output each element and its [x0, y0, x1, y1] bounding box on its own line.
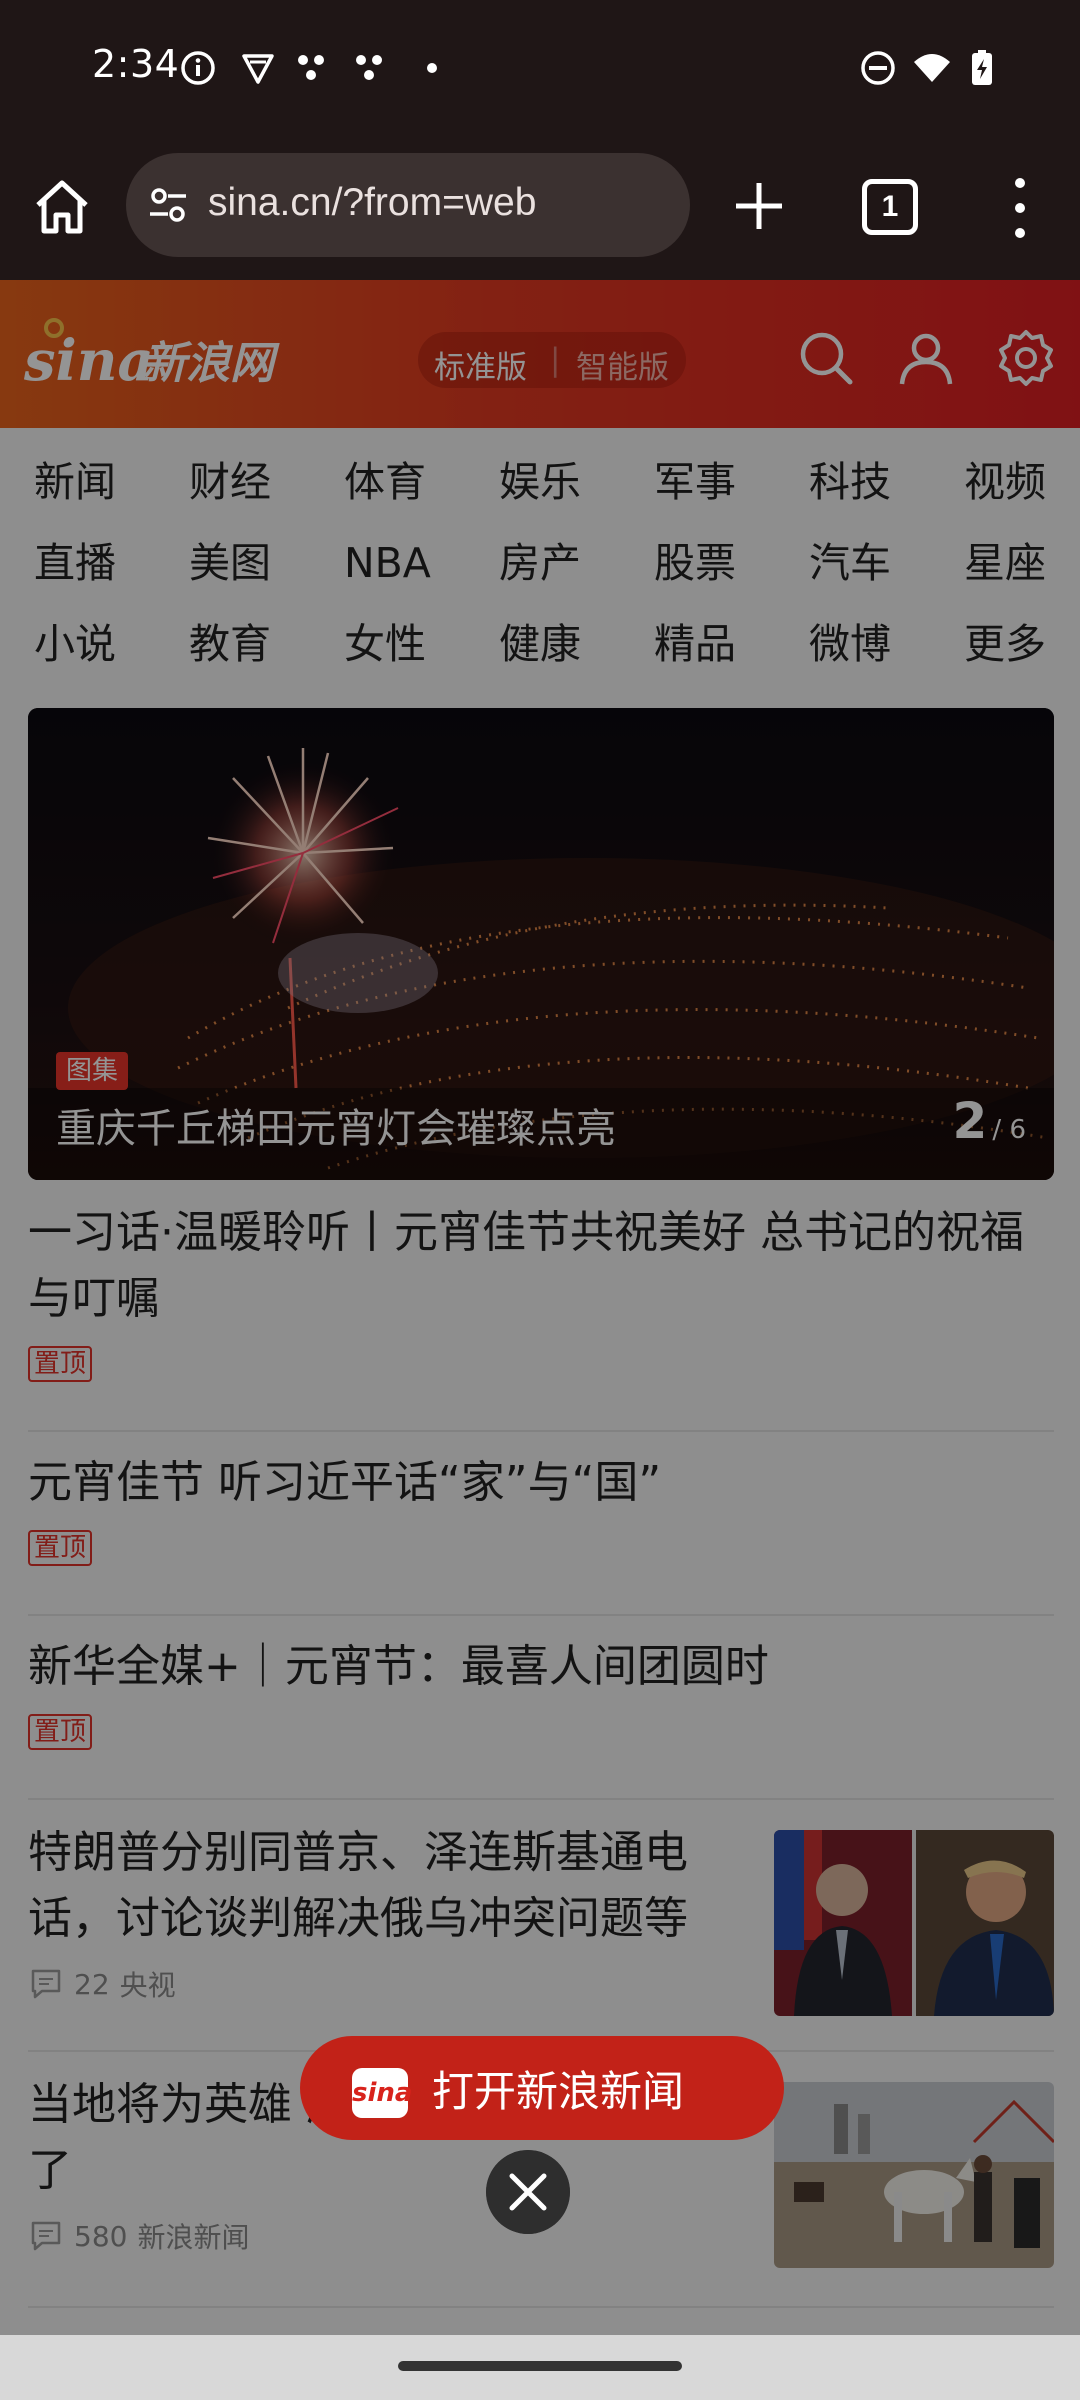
do-not-disturb-icon: [861, 51, 895, 85]
modal-overlay[interactable]: [0, 280, 1080, 2335]
dots-icon: [356, 55, 382, 80]
status-time: 2:34: [92, 42, 180, 86]
url-text: sina.cn/?from=web: [208, 181, 537, 224]
battery-charging-icon: [972, 50, 992, 85]
small-dot-icon: [427, 63, 437, 73]
vpn-shield-icon: [242, 54, 274, 84]
address-bar[interactable]: sina.cn/?from=web: [126, 153, 690, 257]
tab-switcher-button[interactable]: 1: [862, 179, 918, 235]
system-nav-bar: [0, 2335, 1080, 2400]
home-icon[interactable]: [30, 175, 94, 239]
open-app-label: 打开新浪新闻: [432, 2067, 685, 2116]
browser-toolbar: sina.cn/?from=web 1: [0, 135, 1080, 280]
new-tab-icon[interactable]: [728, 175, 790, 237]
dots-icon: [298, 55, 324, 80]
wifi-icon: [914, 54, 950, 82]
close-icon[interactable]: [486, 2150, 570, 2234]
home-gesture-handle[interactable]: [398, 2361, 682, 2371]
site-settings-icon[interactable]: [146, 183, 190, 227]
more-menu-icon[interactable]: [1000, 173, 1040, 243]
open-sina-news-app-button[interactable]: sina 打开新浪新闻: [300, 2036, 784, 2140]
sina-app-logo: sina: [352, 2068, 412, 2118]
info-icon: [181, 51, 215, 85]
status-bar: 2:34: [0, 0, 1080, 135]
